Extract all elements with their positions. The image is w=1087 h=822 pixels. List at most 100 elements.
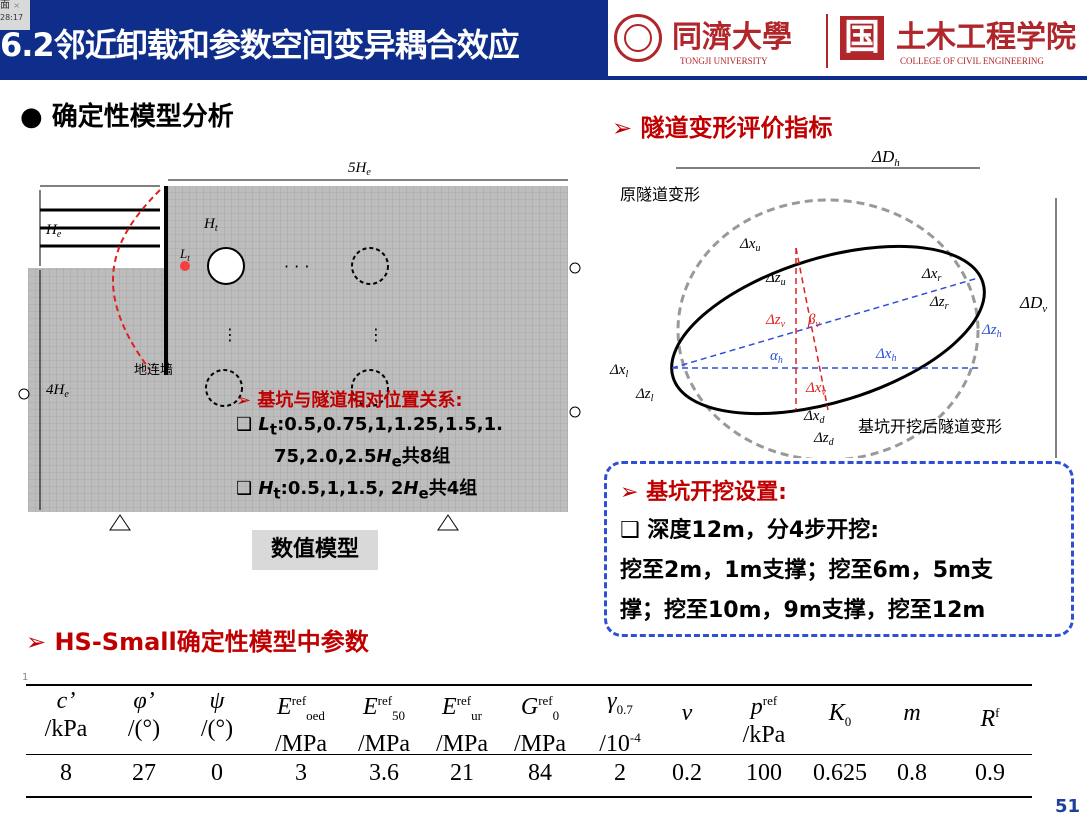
university-seal-inner [624,24,652,52]
table-top-rule [26,684,1032,686]
label-dxu: Δxu [739,236,760,254]
label-dxd: Δxd [803,408,825,426]
arrow-icon: ➢ [612,114,641,142]
table-header-cell: φ’/(°) [110,688,178,744]
label-dxl: Δxl [609,362,628,380]
header-rule [0,76,1087,80]
tunnel-deformation-figure: ΔDh ΔDv 原隧道变形 基坑开挖后隧道变形 Δxu Δzu Δxr Δzr … [609,148,1057,458]
college-logo-icon: 国 [840,16,884,60]
params-heading: ➢ HS-Small确定性模型中参数 [26,628,369,656]
table-value-cell: 3 [295,760,307,786]
table-value-cell: 0.8 [897,760,927,786]
excavation-line-1: ❑ 深度12m，分4步开挖: [620,518,880,543]
header-symbol: φ’ [133,688,155,714]
header-symbol: Gref0 [520,693,560,723]
table-header-cell: v [662,700,712,726]
table-header-cell: γ0.7/10-4 [580,688,660,759]
header-unit: /kPa [44,716,88,742]
table-header-cell: Erefoed/MPa [258,688,344,759]
close-icon[interactable]: × [13,1,20,10]
header-symbol: ψ [209,688,225,714]
logo-divider [826,14,828,68]
label-alpha: αh [770,348,783,366]
university-name-cn: 同濟大學 [672,21,792,54]
header-symbol: m [903,700,921,726]
arrow-icon: ➢ [26,628,55,656]
tunnel-heading: ➢ 隧道变形评价指标 [612,114,833,142]
table-header-cell: K0 [800,700,880,735]
header-symbol: γ0.7 [607,688,633,717]
table-value-cell: 21 [450,760,474,786]
table-value-cell: 0 [211,760,223,786]
section-title-text: 确定性模型分析 [51,102,234,132]
label-beta: βv [807,312,820,330]
relation-lt-cont: 75,2.0,2.5He共8组 [274,446,451,471]
header-unit: /kPa [742,722,786,748]
relation-ht: ❑ Ht:0.5,1,1.5, 2He共4组 [236,478,478,503]
arrow-icon: ➢ [620,480,647,505]
table-value-cell: 8 [60,760,72,786]
label-dzh: Δzh [981,322,1002,340]
label-wall: 地连墙 [134,362,173,378]
header-symbol: pref [750,693,778,720]
header-unit: /MPa [513,730,566,757]
label-original: 原隧道变形 [620,185,700,204]
header-unit: /10-4 [599,729,641,757]
label-5he: 5He [348,160,371,178]
dots-vertical: ⋮ [222,325,238,344]
checkbox-icon: ❑ [236,414,259,435]
header-symbol: Erefur [442,693,482,723]
table-value-cell: 0.2 [672,760,702,786]
label-dxr: Δxr [921,266,941,284]
table-header-cell: Eref50/MPa [346,688,422,759]
label-after: 基坑开挖后隧道变形 [858,417,1002,436]
label-he: He [45,222,62,240]
tunnel-main [207,247,245,285]
college-name-cn: 土木工程学院 [896,20,1076,55]
header-symbol: c’ [56,688,76,714]
label-dxh: Δxh [875,346,896,364]
support-icon [437,514,459,531]
header-unit: /MPa [357,730,410,757]
label-dzu: Δzu [765,270,786,288]
dots-horizontal: · · · [284,257,309,276]
pointer-dot [180,261,190,271]
table-value-cell: 3.6 [369,760,399,786]
header-unit: /(°) [127,716,161,742]
model-caption: 数值模型 [252,530,378,570]
dots-vertical: ⋮ [368,325,384,344]
table-header-cell: Gref0/MPa [502,688,578,759]
header-symbol: Erefoed [277,693,325,723]
relation-heading: ➢ 基坑与隧道相对位置关系: [236,390,463,411]
corner-tag-time: 28:17 [0,13,24,22]
checkbox-icon: ❑ [620,518,648,543]
slide-title: 6.2邻近卸载和参数空间变异耦合效应 [0,26,520,64]
small-mark: 1 [22,672,29,683]
university-name-en: TONGJI UNIVERSITY [680,56,768,66]
college-name-en: COLLEGE OF CIVIL ENGINEERING [900,56,1044,66]
label-dzv: Δzv [765,312,786,330]
label-dzd: Δzd [813,430,835,448]
table-value-cell: 0.9 [975,760,1005,786]
table-bottom-rule [26,796,1032,798]
header-unit: /MPa [435,730,488,757]
corner-tag-top: 面 [0,0,10,11]
section-title: ● 确定性模型分析 [20,96,234,133]
checkbox-icon: ❑ [236,478,259,499]
label-dzl: Δzl [635,386,654,404]
table-value-cell: 100 [746,760,782,786]
roller-icon [569,262,581,274]
table-header-cell: ψ/(°) [184,688,250,744]
header-symbol: K0 [828,700,852,729]
horizontal-diameter [671,277,979,369]
table-value-cell: 84 [528,760,552,786]
header-unit: /MPa [274,730,327,757]
header-symbol: Rf [980,705,1000,732]
label-dDv: ΔDv [1019,293,1047,315]
table-header-cell: Rf [950,700,1030,732]
corner-tag[interactable]: 面 × 28:17 [0,0,30,30]
excavation-heading: ➢ 基坑开挖设置: [620,480,787,505]
bullet-icon: ● [20,102,43,132]
arrow-icon: ➢ [236,390,258,411]
table-value-cell: 2 [614,760,626,786]
